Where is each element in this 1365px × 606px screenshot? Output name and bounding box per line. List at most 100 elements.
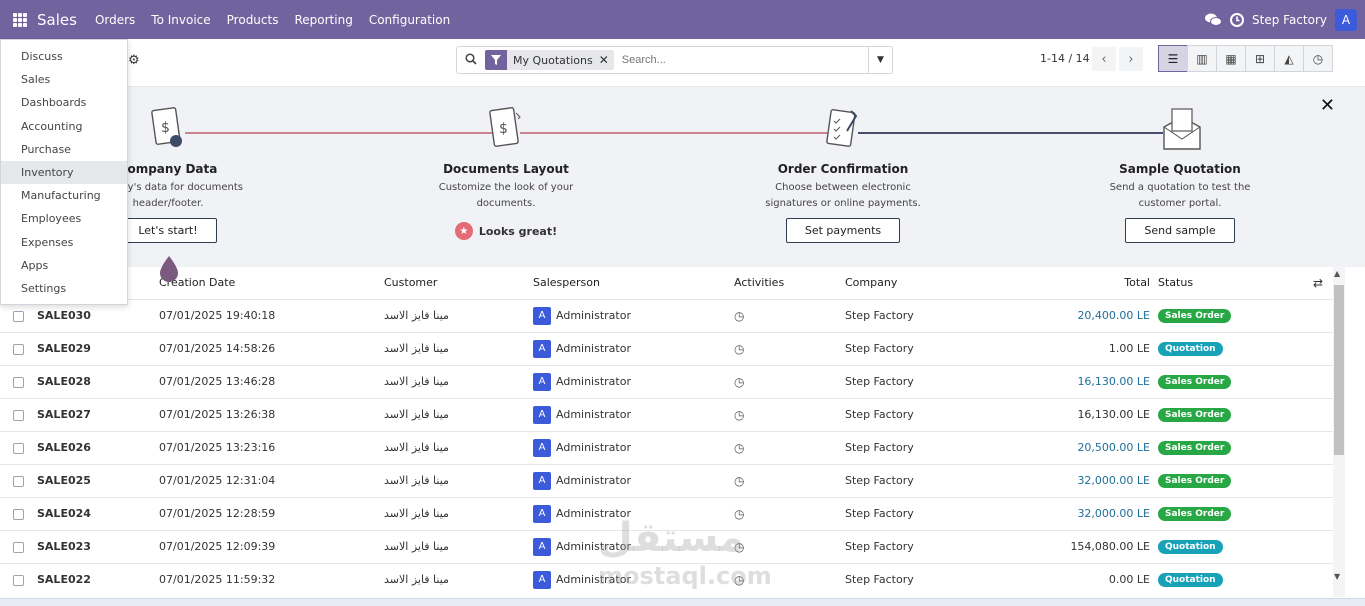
row-checkbox[interactable] <box>13 310 24 322</box>
calendar-view-icon[interactable]: ▦ <box>1216 45 1246 72</box>
drop-marker-icon <box>160 256 178 282</box>
activity-clock-icon[interactable] <box>1230 12 1245 27</box>
table-row[interactable]: SALE028 07/01/2025 13:46:28 مينا فايز الاس… <box>0 364 1333 398</box>
header-salesperson[interactable]: Salesperson <box>533 267 734 299</box>
salesperson-avatar: A <box>533 537 551 556</box>
activities[interactable]: ◷ <box>734 463 845 497</box>
menu-products[interactable]: Products <box>227 13 279 27</box>
graph-view-icon[interactable]: ◭ <box>1274 45 1304 72</box>
status: Sales Order <box>1158 397 1303 431</box>
remove-facet-icon[interactable]: ✕ <box>599 53 614 67</box>
apps-menu-item-dashboards[interactable]: Dashboards <box>1 91 127 114</box>
row-checkbox[interactable] <box>13 376 24 388</box>
table-row[interactable]: SALE025 07/01/2025 12:31:04 مينا فايز الاس… <box>0 463 1333 497</box>
pivot-view-icon[interactable]: ⊞ <box>1245 45 1275 72</box>
row-checkbox[interactable] <box>13 508 24 520</box>
creation-date: 07/01/2025 11:59:32 <box>159 562 384 596</box>
menu-orders[interactable]: Orders <box>95 13 135 27</box>
table-row[interactable]: SALE030 07/01/2025 19:40:18 مينا فايز الاس… <box>0 298 1333 332</box>
row-checkbox[interactable] <box>13 343 24 355</box>
send-sample-button[interactable]: Send sample <box>1125 218 1235 243</box>
header-creation-date[interactable]: Creation Date <box>159 267 384 299</box>
menu-configuration[interactable]: Configuration <box>369 13 450 27</box>
pager-value[interactable]: 1-14 / 14 <box>1040 52 1090 65</box>
status-badge: Sales Order <box>1158 507 1232 521</box>
gear-icon[interactable]: ⚙ <box>128 53 140 68</box>
activity-clock-icon[interactable]: ◷ <box>734 474 744 488</box>
onboarding-step-sample-quotation: Sample Quotation Send a quotation to tes… <box>1050 87 1310 243</box>
creation-date: 07/01/2025 12:28:59 <box>159 496 384 530</box>
activity-clock-icon[interactable]: ◷ <box>734 309 744 323</box>
company-switcher[interactable]: Step Factory <box>1252 13 1327 27</box>
header-company[interactable]: Company <box>845 267 1000 299</box>
app-name[interactable]: Sales <box>37 11 77 29</box>
apps-menu-item-settings[interactable]: Settings <box>1 277 127 300</box>
customer: مينا فايز الاسد <box>384 298 533 332</box>
scroll-up-icon[interactable]: ▲ <box>1334 269 1340 278</box>
chat-icon[interactable] <box>1205 13 1223 27</box>
row-checkbox[interactable] <box>13 574 24 586</box>
company: Step Factory <box>845 529 1000 563</box>
optional-columns-icon[interactable]: ⇄ <box>1303 267 1333 299</box>
row-checkbox[interactable] <box>13 409 24 421</box>
menu-reporting[interactable]: Reporting <box>294 13 352 27</box>
apps-menu-item-inventory[interactable]: Inventory <box>1 160 127 185</box>
activity-clock-icon[interactable]: ◷ <box>734 408 744 422</box>
apps-menu-item-employees[interactable]: Employees <box>1 207 127 230</box>
row-checkbox[interactable] <box>13 475 24 487</box>
header-activities[interactable]: Activities <box>734 267 845 299</box>
menu-to-invoice[interactable]: To Invoice <box>151 13 210 27</box>
table-row[interactable]: SALE027 07/01/2025 13:26:38 مينا فايز الاس… <box>0 397 1333 431</box>
activities[interactable]: ◷ <box>734 397 845 431</box>
table-row[interactable]: SALE029 07/01/2025 14:58:26 مينا فايز الاس… <box>0 331 1333 365</box>
apps-menu-item-manufacturing[interactable]: Manufacturing <box>1 184 127 207</box>
horizontal-scrollbar[interactable] <box>0 598 1365 606</box>
activities[interactable]: ◷ <box>734 430 845 464</box>
activity-clock-icon[interactable]: ◷ <box>734 441 744 455</box>
activities[interactable]: ◷ <box>734 496 845 530</box>
apps-menu-item-apps[interactable]: Apps <box>1 254 127 277</box>
apps-menu-item-purchase[interactable]: Purchase <box>1 138 127 161</box>
apps-menu-item-accounting[interactable]: Accounting <box>1 115 127 138</box>
envelope-icon <box>1160 107 1201 155</box>
customer: مينا فايز الاسد <box>384 529 533 563</box>
row-checkbox[interactable] <box>13 442 24 454</box>
search-options-toggle[interactable]: ▼ <box>868 47 892 73</box>
set-payments-button[interactable]: Set payments <box>785 218 901 243</box>
activities[interactable]: ◷ <box>734 529 845 563</box>
scroll-down-icon[interactable]: ▼ <box>1334 572 1340 581</box>
creation-date: 07/01/2025 14:58:26 <box>159 331 384 365</box>
header-customer[interactable]: Customer <box>384 267 533 299</box>
vertical-scrollbar[interactable]: ▲ ▼ <box>1333 267 1345 597</box>
lets-start-button[interactable]: Let's start! <box>119 218 217 243</box>
activity-clock-icon[interactable]: ◷ <box>734 375 744 389</box>
list-view-icon[interactable]: ☰ <box>1158 45 1188 72</box>
close-onboarding-icon[interactable]: ✕ <box>1320 95 1335 116</box>
activities[interactable]: ◷ <box>734 331 845 365</box>
table-row[interactable]: SALE026 07/01/2025 13:23:16 مينا فايز الاس… <box>0 430 1333 464</box>
search-icon[interactable] <box>457 52 485 68</box>
scrollbar-thumb[interactable] <box>1334 285 1344 455</box>
header-status[interactable]: Status <box>1158 267 1303 299</box>
search-bar[interactable]: My Quotations ✕ ▼ <box>456 46 893 74</box>
apps-menu-item-discuss[interactable]: Discuss <box>1 45 127 68</box>
row-checkbox[interactable] <box>13 541 24 553</box>
activities[interactable]: ◷ <box>734 364 845 398</box>
apps-menu-item-sales[interactable]: Sales <box>1 68 127 91</box>
activity-view-icon[interactable]: ◷ <box>1303 45 1333 72</box>
activity-clock-icon[interactable]: ◷ <box>734 342 744 356</box>
total-amount: 1.00 LE <box>1000 331 1158 365</box>
status: Quotation <box>1158 331 1303 365</box>
creation-date: 07/01/2025 13:46:28 <box>159 364 384 398</box>
pager-previous-button[interactable]: ‹ <box>1092 47 1116 71</box>
activities[interactable]: ◷ <box>734 298 845 332</box>
user-avatar[interactable]: A <box>1335 8 1357 31</box>
apps-menu-item-expenses[interactable]: Expenses <box>1 231 127 254</box>
step-done: ★ Looks great! <box>376 222 636 240</box>
pager-next-button[interactable]: › <box>1119 47 1143 71</box>
salesperson-avatar: A <box>533 570 551 589</box>
search-input[interactable] <box>621 54 862 66</box>
header-total[interactable]: Total <box>1000 267 1158 299</box>
apps-grid-icon[interactable] <box>13 12 27 27</box>
kanban-view-icon[interactable]: ▥ <box>1187 45 1217 72</box>
